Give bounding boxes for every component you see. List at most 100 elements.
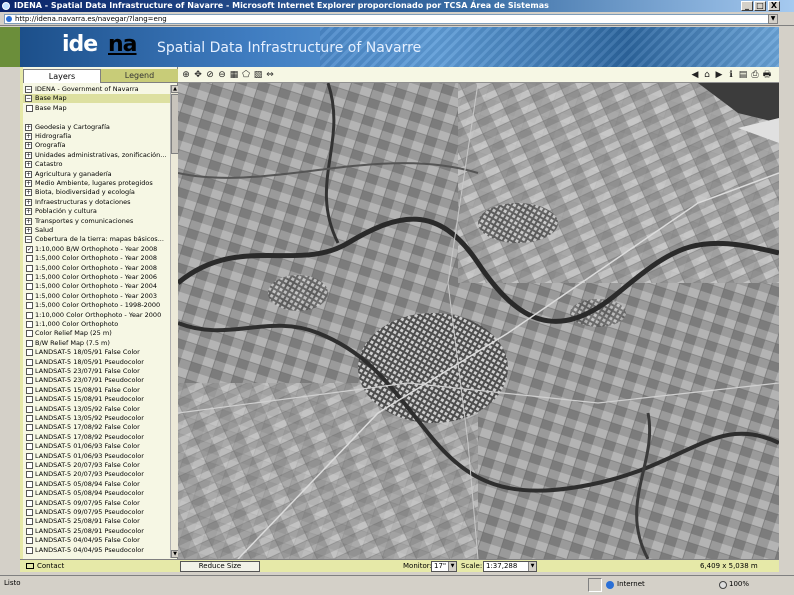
layer-item[interactable]: ✓ 1:10,000 B/W Orthophoto - Year 2008 — [23, 245, 170, 254]
printer-icon[interactable]: 🖶 — [762, 70, 772, 80]
layer-checkbox[interactable] — [26, 386, 33, 394]
layer-item[interactable]: B/W Relief Map (7.5 m) — [23, 339, 170, 348]
layer-checkbox[interactable] — [26, 274, 33, 281]
layer-group[interactable]: + Población y cultura — [23, 207, 170, 216]
layer-checkbox[interactable] — [26, 490, 33, 498]
layers-icon[interactable]: ▧ — [253, 70, 263, 80]
layer-item[interactable]: 1:1,000 Color Orthophoto — [23, 320, 170, 329]
polygon-select-icon[interactable]: ⬠ — [241, 70, 251, 80]
expand-toggle-icon[interactable]: − — [25, 86, 32, 93]
monitor-select[interactable]: 17" ▼ — [431, 561, 457, 572]
scale-select[interactable]: 1:37,288 ▼ — [483, 561, 537, 572]
expand-toggle-icon[interactable]: + — [25, 208, 32, 216]
layer-item[interactable] — [23, 113, 170, 122]
logo-text[interactable]: ide — [62, 32, 98, 57]
layer-item[interactable]: LANDSAT-5 13/05/92 False Color — [23, 405, 170, 414]
layer-item[interactable]: LANDSAT-5 23/07/91 Pseudocolor — [23, 376, 170, 385]
layer-group[interactable]: + Biota, biodiversidad y ecología — [23, 188, 170, 197]
layer-checkbox[interactable] — [26, 471, 33, 479]
zoom-out-icon[interactable]: ⊖ — [217, 70, 227, 80]
export-icon[interactable]: ⎙ — [750, 70, 760, 80]
minimize-button[interactable]: _ — [741, 1, 753, 11]
layer-group[interactable]: − Cobertura de la tierra: mapas básicos..… — [23, 235, 170, 244]
layer-item[interactable]: LANDSAT-5 04/04/95 False Color — [23, 536, 170, 545]
expand-toggle-icon[interactable]: + — [25, 189, 32, 197]
close-button[interactable]: X — [768, 1, 780, 11]
layer-group[interactable]: + Transportes y comunicaciones — [23, 217, 170, 226]
layer-item[interactable]: LANDSAT-5 25/08/91 Pseudocolor — [23, 527, 170, 536]
back-arrow-icon[interactable]: ◀ — [690, 70, 700, 80]
layer-group[interactable]: + Hidrografía — [23, 132, 170, 141]
home-icon[interactable]: ⌂ — [702, 70, 712, 80]
layer-checkbox[interactable] — [26, 339, 33, 347]
layer-checkbox[interactable] — [26, 509, 33, 516]
layer-item[interactable]: LANDSAT-5 01/06/93 Pseudocolor — [23, 452, 170, 461]
expand-toggle-icon[interactable]: + — [25, 180, 32, 187]
layer-scrollbar[interactable]: ▲ ▼ — [170, 85, 179, 558]
expand-toggle-icon[interactable]: + — [25, 170, 32, 178]
layer-item[interactable]: LANDSAT-5 05/08/94 Pseudocolor — [23, 489, 170, 498]
expand-toggle-icon[interactable]: + — [25, 142, 32, 150]
layer-group[interactable]: − Base Map — [23, 94, 170, 104]
layer-checkbox[interactable] — [26, 480, 33, 488]
layer-checkbox[interactable] — [26, 537, 33, 545]
layer-group[interactable]: + Salud — [23, 226, 170, 235]
title-bar[interactable]: IDENA - Spatial Data Infrastructure of N… — [0, 0, 794, 12]
layer-checkbox[interactable] — [26, 377, 33, 385]
chevron-down-icon[interactable]: ▼ — [528, 562, 536, 571]
layer-group[interactable]: + Catastro — [23, 160, 170, 169]
zoom-box-icon[interactable]: ▦ — [229, 70, 239, 80]
layer-item[interactable]: LANDSAT-5 13/05/92 Pseudocolor — [23, 414, 170, 423]
chevron-down-icon[interactable]: ▼ — [448, 562, 456, 571]
expand-toggle-icon[interactable]: + — [25, 227, 32, 234]
layer-checkbox[interactable] — [26, 358, 33, 366]
layer-checkbox[interactable] — [26, 292, 33, 300]
layer-item[interactable]: LANDSAT-5 17/08/92 Pseudocolor — [23, 433, 170, 442]
zoom-icon[interactable] — [719, 581, 727, 589]
layer-checkbox[interactable] — [26, 415, 33, 422]
chevron-down-icon[interactable]: ▼ — [768, 14, 778, 24]
layer-item[interactable]: 1:5,000 Color Orthophoto - Year 2008 — [23, 254, 170, 263]
expand-toggle-icon[interactable]: + — [25, 161, 32, 169]
scale-icon[interactable]: ⇔ — [265, 70, 275, 80]
layer-item[interactable]: LANDSAT-5 05/08/94 False Color — [23, 480, 170, 489]
measure-icon[interactable]: ⊘ — [205, 70, 215, 80]
layer-checkbox[interactable] — [26, 104, 33, 112]
address-input[interactable] — [4, 14, 778, 24]
layer-checkbox[interactable] — [26, 424, 33, 432]
layer-item[interactable]: 1:5,000 Color Orthophoto - Year 2006 — [23, 273, 170, 282]
expand-toggle-icon[interactable]: + — [25, 217, 32, 225]
layer-item[interactable]: LANDSAT-5 15/08/91 Pseudocolor — [23, 395, 170, 404]
layer-group[interactable]: + Agricultura y ganadería — [23, 170, 170, 179]
layer-item[interactable]: LANDSAT-5 18/05/91 Pseudocolor — [23, 358, 170, 367]
layer-item[interactable]: Color Relief Map (25 m) — [23, 329, 170, 338]
expand-toggle-icon[interactable]: + — [25, 123, 32, 131]
layer-item[interactable]: LANDSAT-5 01/06/93 False Color — [23, 442, 170, 451]
layer-checkbox[interactable] — [26, 462, 33, 469]
tab-layers[interactable]: Layers — [23, 69, 101, 83]
map-view[interactable] — [178, 83, 779, 559]
layer-checkbox[interactable] — [26, 302, 33, 310]
layer-item[interactable]: LANDSAT-5 15/08/91 False Color — [23, 386, 170, 395]
layer-checkbox[interactable] — [26, 527, 33, 535]
layer-checkbox[interactable] — [26, 546, 33, 554]
pan-icon[interactable]: ✥ — [193, 70, 203, 80]
layer-checkbox[interactable] — [26, 255, 33, 263]
layer-checkbox[interactable] — [26, 433, 33, 441]
layer-item[interactable]: LANDSAT-5 17/08/92 False Color — [23, 423, 170, 432]
expand-toggle-icon[interactable]: + — [25, 133, 32, 140]
layer-checkbox[interactable] — [26, 321, 33, 328]
layer-checkbox[interactable] — [26, 396, 33, 404]
layer-checkbox[interactable] — [26, 283, 33, 291]
layer-checkbox[interactable] — [26, 311, 33, 319]
layer-checkbox[interactable] — [26, 452, 33, 460]
forward-arrow-icon[interactable]: ▶ — [714, 70, 724, 80]
layer-item[interactable]: LANDSAT-5 20/07/93 False Color — [23, 461, 170, 470]
reduce-size-button[interactable]: Reduce Size — [180, 561, 260, 572]
layer-item[interactable]: 1:5,000 Color Orthophoto - Year 2008 — [23, 264, 170, 273]
layer-item[interactable]: LANDSAT-5 09/07/95 Pseudocolor — [23, 508, 170, 517]
expand-toggle-icon[interactable]: + — [25, 151, 32, 159]
maximize-button[interactable]: □ — [754, 1, 766, 11]
layer-group[interactable]: − IDENA - Government of Navarra — [23, 85, 170, 94]
layer-group[interactable]: + Infraestructuras y dotaciones — [23, 198, 170, 207]
